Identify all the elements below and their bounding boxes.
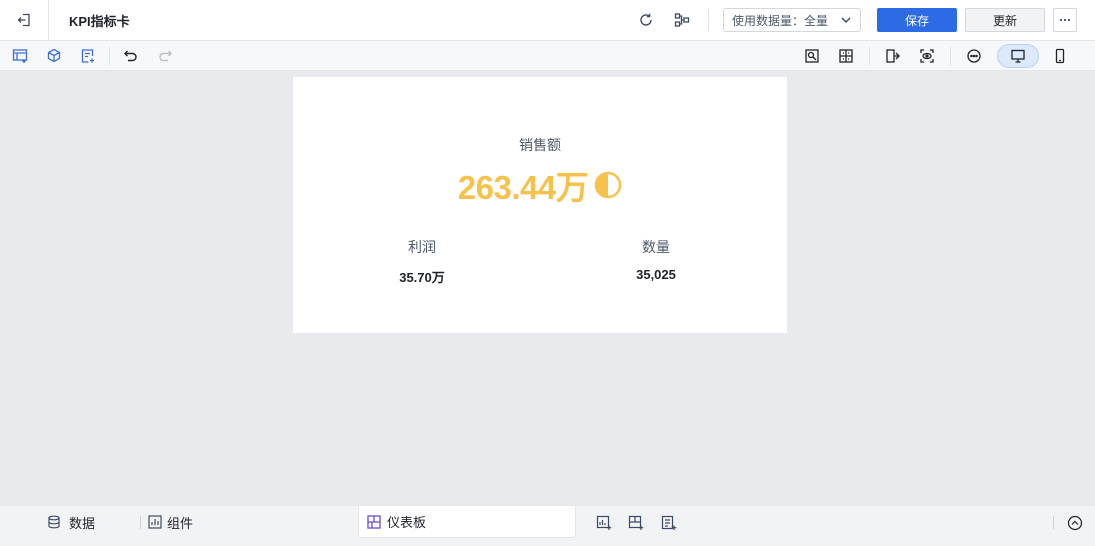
kpi-sub-value: 35.70万 xyxy=(399,270,445,285)
dashboard-icon xyxy=(367,514,381,529)
data-tab-label: 数据 xyxy=(69,515,96,531)
chevron-down-icon xyxy=(841,17,851,23)
add-component-button[interactable] xyxy=(9,45,31,67)
add-dashboard-icon xyxy=(628,515,644,530)
kpi-main: 263.44万 xyxy=(293,161,787,209)
divider xyxy=(140,516,141,529)
add-text-icon xyxy=(81,48,94,63)
desktop-view-button[interactable] xyxy=(997,43,1039,68)
grid-icon xyxy=(839,48,853,63)
search-image-icon xyxy=(805,48,819,63)
update-button[interactable]: 更新 xyxy=(965,8,1045,32)
add-dashboard-page-button[interactable] xyxy=(627,514,645,532)
refresh-button[interactable] xyxy=(634,8,658,32)
data-scope-select[interactable]: 使用数据量：全量 xyxy=(723,8,861,32)
preview-icon xyxy=(920,48,934,63)
dashboard-tab[interactable]: 仪表板 xyxy=(358,506,576,538)
kpi-sub-label: 数量 xyxy=(642,239,670,255)
divider xyxy=(950,46,951,65)
export-button[interactable] xyxy=(882,45,904,67)
desktop-icon xyxy=(1011,49,1025,63)
kpi-card[interactable]: 销售额 263.44万 利润 35.70万 数量 35,025 xyxy=(293,77,787,333)
add-report-page-button[interactable] xyxy=(660,514,678,532)
bar-chart-icon xyxy=(148,515,162,529)
export-icon xyxy=(886,48,900,63)
more-circle-icon xyxy=(967,48,981,63)
exit-button[interactable] xyxy=(0,0,49,41)
redo-icon xyxy=(159,50,172,61)
divider xyxy=(109,46,110,65)
divider xyxy=(869,46,870,65)
redo-button[interactable] xyxy=(154,45,176,67)
dashboard-tab-label: 仪表板 xyxy=(387,515,427,530)
kpi-sub-item: 利润 35.70万 xyxy=(332,237,512,286)
half-circle-progress-icon xyxy=(594,171,622,199)
editor-toolbar xyxy=(0,41,1095,71)
component-tab-label: 组件 xyxy=(167,515,194,531)
data-scope-label: 使用数据量：全量 xyxy=(732,13,829,28)
collapse-button[interactable] xyxy=(1066,514,1084,532)
add-filter-button[interactable] xyxy=(43,45,65,67)
data-relation-button[interactable] xyxy=(670,8,694,32)
component-tab[interactable]: 组件 xyxy=(148,506,193,538)
bottom-bar: 数据 组件 仪表板 xyxy=(0,505,1095,546)
cube-icon xyxy=(47,48,61,62)
add-chart-icon xyxy=(596,515,612,530)
kpi-sub-item: 数量 35,025 xyxy=(566,237,746,282)
add-report-icon xyxy=(661,515,677,530)
refresh-icon xyxy=(640,13,652,26)
kpi-main-value: 263.44万 xyxy=(457,169,589,206)
search-component-button[interactable] xyxy=(801,45,823,67)
undo-button[interactable] xyxy=(120,45,142,67)
chevron-up-circle-icon xyxy=(1067,515,1083,531)
top-header: KPI指标卡 使用数据量：全量 保存 更新 xyxy=(0,0,1095,41)
device-toggle xyxy=(997,43,1081,68)
save-button[interactable]: 保存 xyxy=(877,8,957,32)
divider xyxy=(708,9,709,31)
undo-icon xyxy=(124,50,137,61)
settings-more-button[interactable] xyxy=(963,45,985,67)
mobile-view-button[interactable] xyxy=(1039,44,1081,68)
database-icon xyxy=(48,515,60,529)
kpi-sub-value: 35,025 xyxy=(636,267,676,282)
mobile-icon xyxy=(1055,48,1065,63)
preview-button[interactable] xyxy=(916,45,938,67)
add-chart-icon xyxy=(12,48,28,63)
layout-grid-button[interactable] xyxy=(835,45,857,67)
page-title: KPI指标卡 xyxy=(69,13,130,29)
more-button[interactable] xyxy=(1053,8,1077,32)
relation-icon xyxy=(674,13,690,27)
kpi-sub-label: 利润 xyxy=(408,239,436,255)
data-tab[interactable]: 数据 xyxy=(47,506,95,538)
more-icon xyxy=(1059,18,1071,22)
add-text-button[interactable] xyxy=(77,45,99,67)
exit-icon xyxy=(17,13,30,27)
add-chart-page-button[interactable] xyxy=(595,514,613,532)
divider xyxy=(1053,516,1054,529)
kpi-main-label: 销售额 xyxy=(519,137,561,153)
